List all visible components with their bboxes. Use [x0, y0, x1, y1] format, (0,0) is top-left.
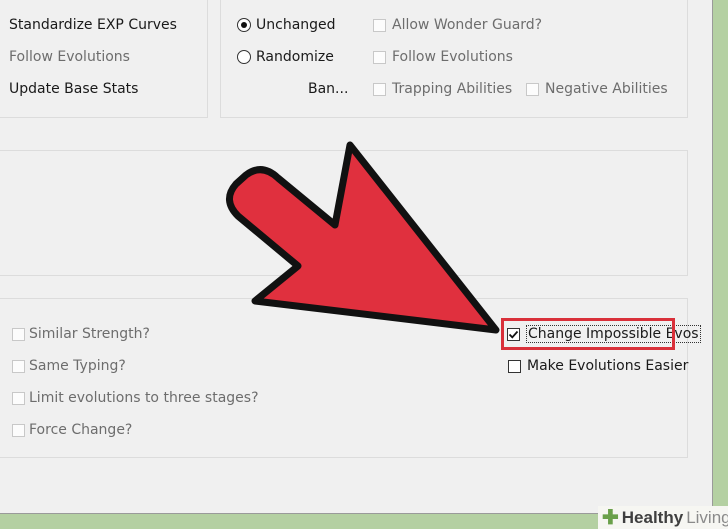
watermark: ✚ Healthy Living	[598, 506, 728, 529]
watermark-word2: Living	[686, 507, 728, 527]
red-arrow-icon	[226, 141, 500, 334]
watermark-word1: Healthy	[621, 507, 684, 527]
plus-icon: ✚	[602, 506, 619, 529]
